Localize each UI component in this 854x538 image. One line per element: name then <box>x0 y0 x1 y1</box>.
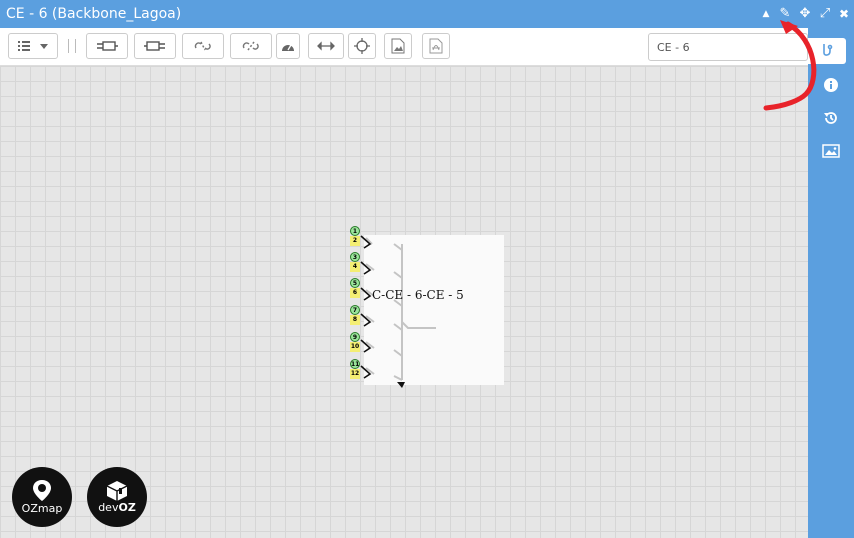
toolbar <box>0 28 808 66</box>
sidebar-item-history[interactable] <box>816 105 846 131</box>
devoz-label-prefix: dev <box>98 501 119 514</box>
crosshair-icon <box>354 38 370 54</box>
window-title: CE - 6 (Backbone_Lagoa) <box>6 6 182 22</box>
cube-icon <box>106 481 128 501</box>
move-icon[interactable]: ✥ <box>797 6 813 22</box>
info-icon <box>824 78 838 92</box>
arrows-horizontal-icon <box>317 41 335 51</box>
list-icon <box>18 41 48 51</box>
port-number[interactable]: 8 <box>350 315 360 325</box>
pencil-icon[interactable]: ✎ <box>777 6 793 22</box>
dashboard-button[interactable] <box>276 33 300 59</box>
ozmap-logo[interactable]: OZmap <box>12 467 72 527</box>
port-number[interactable]: 4 <box>350 262 360 272</box>
collapse-icon[interactable]: ▲ <box>758 6 774 22</box>
gauge-icon <box>282 44 294 51</box>
port-number[interactable]: 7 <box>350 305 360 315</box>
sidebar-item-images[interactable] <box>816 138 846 164</box>
expand-icon[interactable]: ⤢ <box>817 6 833 22</box>
port-number[interactable]: 6 <box>350 288 360 298</box>
port-number[interactable]: 1 <box>350 226 360 236</box>
unlink-all-icon <box>242 41 259 51</box>
sidebar-item-fiber[interactable] <box>808 38 846 64</box>
resize-horizontal-button[interactable] <box>308 33 344 59</box>
image-file-icon <box>391 38 405 54</box>
search-input[interactable] <box>648 33 808 61</box>
export-pdf-button[interactable] <box>422 33 450 59</box>
port-number[interactable]: 5 <box>350 278 360 288</box>
unlink-button[interactable] <box>182 33 224 59</box>
pdf-file-icon <box>429 38 443 54</box>
port-number[interactable]: 3 <box>350 252 360 262</box>
fork-icon <box>823 44 833 56</box>
devoz-label-suffix: OZ <box>118 501 136 514</box>
devoz-logo[interactable]: devOZ <box>87 467 147 527</box>
history-icon <box>824 112 837 124</box>
close-icon[interactable]: ✖ <box>836 6 852 22</box>
map-pin-icon <box>33 480 51 501</box>
export-image-button[interactable] <box>384 33 412 59</box>
port-number[interactable]: 9 <box>350 332 360 342</box>
picture-icon <box>822 144 840 158</box>
box-label: C-CE - 6-CE - 5 <box>372 288 464 302</box>
list-dropdown-button[interactable] <box>8 33 58 59</box>
port-number[interactable]: 11 <box>350 359 360 369</box>
port-number[interactable]: 2 <box>350 236 360 246</box>
connector-out-button[interactable] <box>134 33 176 59</box>
devoz-label: devOZ <box>98 502 136 514</box>
connector-icon <box>97 41 118 51</box>
right-sidebar <box>808 28 854 538</box>
port-number[interactable]: 12 <box>350 369 360 379</box>
center-button[interactable] <box>348 33 376 59</box>
ozmap-label: OZmap <box>21 502 63 515</box>
toolbar-separator <box>75 39 76 53</box>
connector-icon <box>144 41 165 51</box>
window-titlebar: CE - 6 (Backbone_Lagoa) ▲ ✎ ✥ ⤢ ✖ <box>0 0 854 28</box>
sidebar-item-info[interactable] <box>816 72 846 98</box>
toolbar-separator <box>68 39 69 53</box>
unlink-icon <box>194 41 211 51</box>
connector-in-button[interactable] <box>86 33 128 59</box>
unlink-all-button[interactable] <box>230 33 272 59</box>
port-number[interactable]: 10 <box>350 342 360 352</box>
